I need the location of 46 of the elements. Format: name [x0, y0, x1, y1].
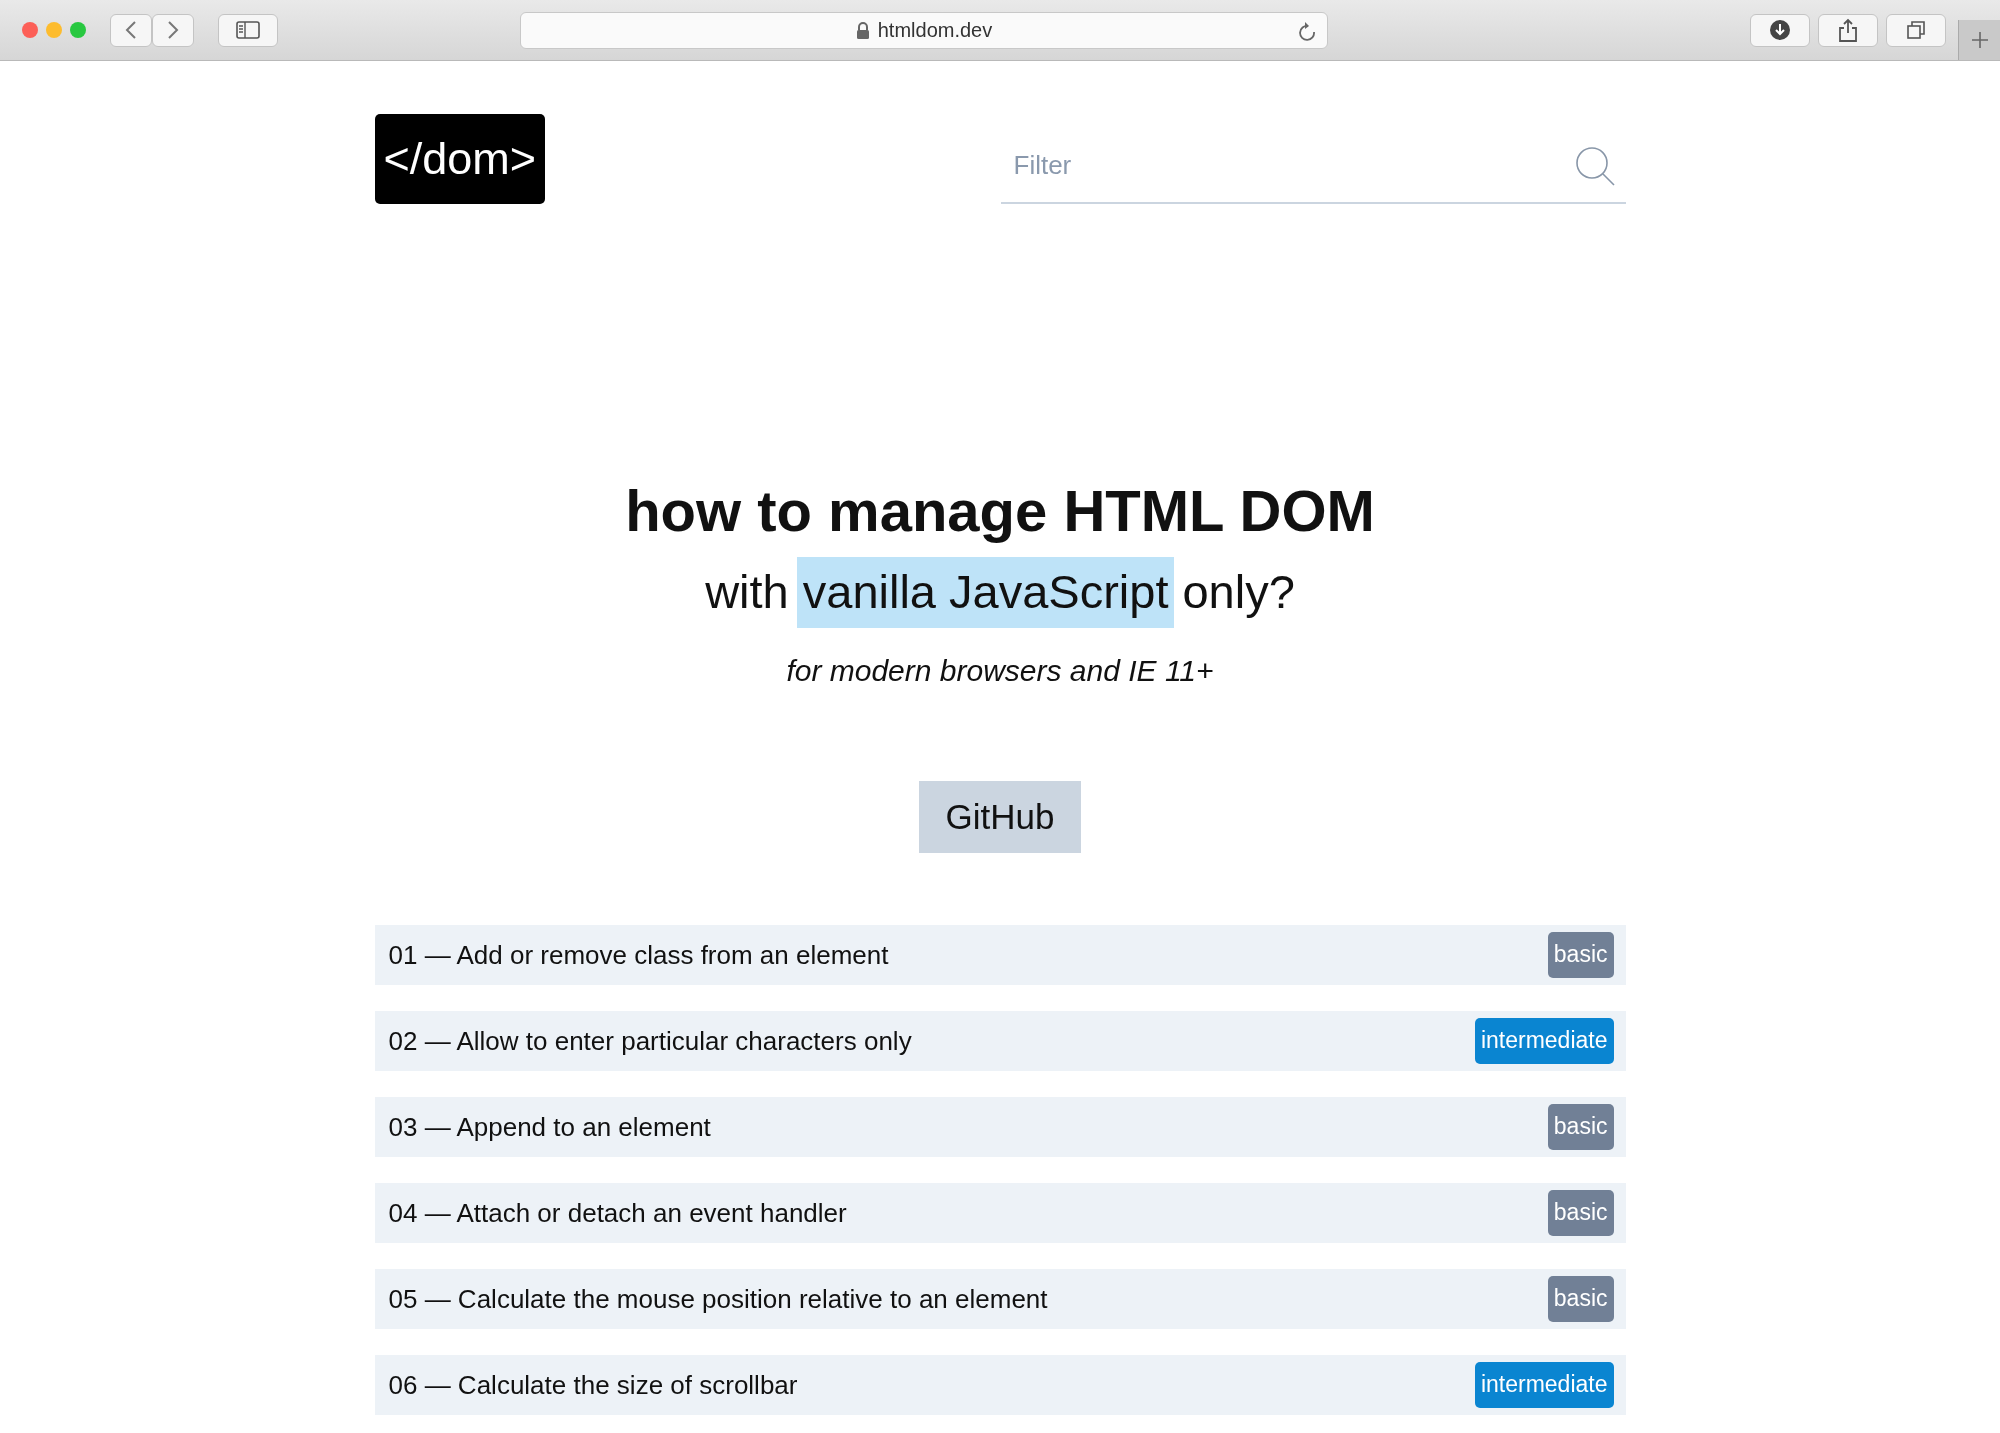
plus-icon [1970, 31, 1989, 49]
browser-support-note: for modern browsers and IE 11+ [786, 653, 1214, 687]
tabs-button[interactable] [1886, 13, 1946, 47]
tabs-icon [1906, 20, 1926, 40]
snippet-row[interactable]: 04 — Attach or detach an event handler basic [374, 1183, 1626, 1244]
share-icon [1838, 18, 1858, 42]
back-button[interactable] [110, 13, 152, 47]
sidebar-icon [236, 21, 260, 39]
snippet-title: 01 — Add or remove class from an element [388, 938, 889, 972]
address-bar[interactable]: htmldom.dev [520, 11, 1328, 49]
highlighted-text: vanilla JavaScript [796, 557, 1175, 628]
snippet-row[interactable]: 03 — Append to an element basic [374, 1097, 1626, 1158]
snippet-row[interactable]: 06 — Calculate the size of scrollbar intermediate [374, 1355, 1626, 1416]
snippet-title: 02 — Allow to enter particular characters only [388, 1024, 912, 1058]
page-title: how to manage HTML DOM [624, 476, 1376, 545]
zoom-icon[interactable] [70, 22, 86, 38]
download-icon [1769, 19, 1791, 41]
level-tag: basic [1547, 932, 1614, 978]
snippet-title: 03 — Append to an element [388, 1110, 711, 1144]
filter-field[interactable]: Filter [1000, 128, 1626, 204]
close-icon[interactable] [22, 22, 38, 38]
level-tag: basic [1547, 1276, 1614, 1322]
url-text: htmldom.dev [877, 18, 993, 43]
search-icon[interactable] [1573, 144, 1616, 187]
share-button[interactable] [1818, 13, 1878, 47]
level-tag: intermediate [1474, 1018, 1614, 1064]
snippet-title: 04 — Attach or detach an event handler [388, 1196, 847, 1230]
chevron-left-icon [125, 20, 137, 40]
snippet-row[interactable]: 01 — Add or remove class from an element basic [374, 925, 1626, 986]
level-tag: basic [1547, 1104, 1614, 1150]
snippet-row[interactable]: 02 — Allow to enter particular characters only intermediate [374, 1011, 1626, 1072]
github-button[interactable]: GitHub [918, 780, 1082, 854]
chevron-right-icon [167, 20, 179, 40]
subtitle-text: only? [1182, 564, 1295, 621]
forward-button[interactable] [152, 13, 194, 47]
download-button[interactable] [1750, 13, 1810, 47]
snippet-title: 06 — Calculate the size of scrollbar [388, 1368, 798, 1402]
sidebar-button[interactable] [218, 13, 278, 47]
level-tag: basic [1547, 1190, 1614, 1236]
level-tag: intermediate [1474, 1362, 1614, 1408]
lock-icon [855, 21, 870, 39]
subtitle-text: with [705, 564, 789, 621]
logo[interactable]: </dom> [374, 114, 546, 204]
snippet-title: 05 — Calculate the mouse position relative to an element [388, 1282, 1048, 1316]
new-tab-button[interactable] [1958, 20, 2000, 60]
snippet-row[interactable]: 05 — Calculate the mouse position relative to an element basic [374, 1269, 1626, 1330]
